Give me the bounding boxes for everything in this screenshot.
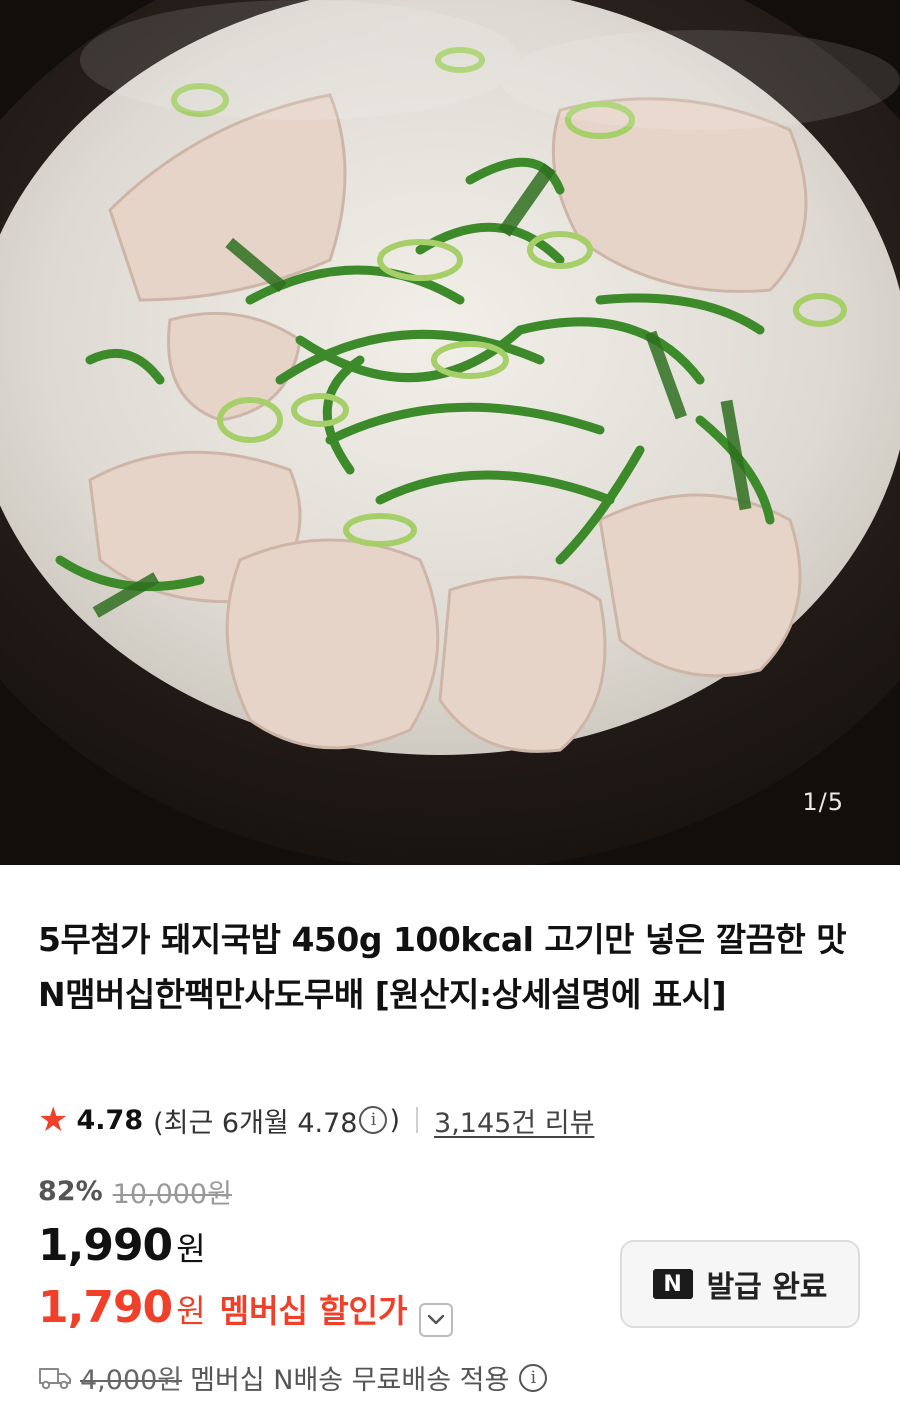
member-price-value: 1,790 — [38, 1282, 173, 1333]
naver-n-logo-icon: N — [652, 1269, 693, 1299]
divider — [416, 1107, 419, 1133]
info-icon[interactable]: i — [359, 1106, 388, 1134]
recent-rating-label: (최근 6개월 4.78 — [153, 1107, 358, 1139]
recent-rating[interactable]: (최근 6개월 4.78 i ) — [153, 1101, 400, 1140]
shipping-original-fee: 4,000원 — [80, 1365, 183, 1396]
review-count-link[interactable]: 3,145건 리뷰 — [434, 1101, 594, 1140]
coupon-issued-button[interactable]: N 발급 완료 — [620, 1240, 860, 1328]
recent-rating-close: ) — [389, 1104, 401, 1136]
sale-price-unit: 원 — [176, 1230, 206, 1268]
gukbap-photo — [0, 0, 900, 865]
shipping-row: 4,000원 멤버십 N배송 무료배송 적용 i — [38, 1358, 549, 1397]
member-price: 1,790 원 멤버십 할인가 — [38, 1282, 454, 1337]
rating-score: 4.78 — [76, 1104, 144, 1136]
truck-icon — [39, 1367, 71, 1389]
coupon-label: 발급 완료 — [706, 1270, 828, 1305]
shipping-text: 멤버십 N배송 무료배송 적용 — [190, 1365, 510, 1396]
star-icon: ★ — [38, 1100, 69, 1140]
sale-price-value: 1,990 — [38, 1220, 173, 1271]
discount-row: 82% 10,000원 — [38, 1172, 232, 1211]
member-price-label: 멤버십 할인가 — [219, 1292, 408, 1330]
member-price-unit: 원 — [176, 1292, 206, 1330]
rating-row: ★ 4.78 (최근 6개월 4.78 i ) 3,145건 리뷰 — [38, 1100, 594, 1140]
chevron-down-icon — [428, 1314, 445, 1325]
sale-price: 1,990 원 — [38, 1220, 206, 1271]
product-title: 5무첨가 돼지국밥 450g 100kcal 고기만 넣은 깔끔한 맛 N맴버십… — [38, 920, 847, 1014]
discount-rate: 82% — [38, 1176, 103, 1207]
shipping-info-icon[interactable]: i — [519, 1363, 548, 1392]
image-pager: 1/5 — [802, 788, 844, 816]
original-price: 10,000원 — [112, 1179, 232, 1210]
member-price-toggle[interactable] — [419, 1303, 454, 1337]
product-image[interactable]: 1/5 — [0, 0, 900, 865]
